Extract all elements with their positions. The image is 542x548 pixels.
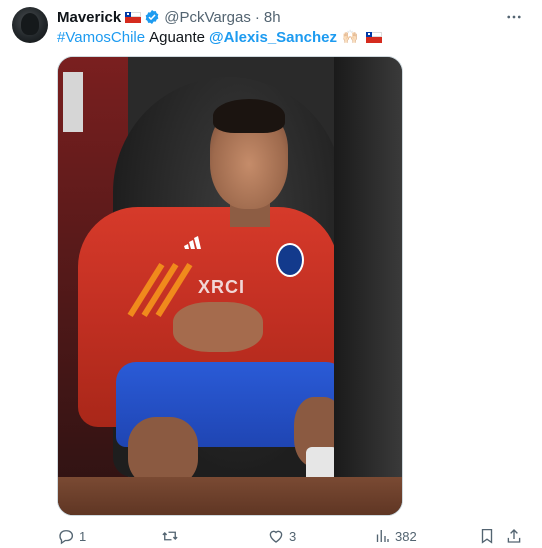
tweet-actions: 1 3 382 — [57, 526, 532, 546]
hashtag-link[interactable]: #VamosChile — [57, 29, 145, 46]
like-count: 3 — [289, 528, 297, 544]
retweet-icon — [162, 531, 178, 541]
verified-badge-icon — [145, 10, 159, 24]
reply-button[interactable]: 1 — [57, 526, 86, 546]
chile-crest-icon — [276, 243, 304, 277]
heart-icon — [269, 530, 283, 543]
views-count: 382 — [395, 528, 417, 544]
retweet-button[interactable] — [161, 526, 183, 546]
avatar-silhouette — [21, 13, 39, 35]
mention-link[interactable]: @Alexis_Sanchez — [209, 29, 337, 46]
separator-dot: · — [254, 8, 260, 26]
tweet-card: Maverick @PckVargas · 8h #VamosChile Agu… — [0, 0, 542, 548]
photo-background-detail — [63, 72, 83, 132]
tweet-text-word: Aguante — [149, 28, 205, 46]
jersey-sponsor-text: XRCI — [198, 277, 246, 297]
tweet-photo[interactable]: XRCI — [57, 56, 403, 516]
share-icon — [507, 529, 521, 543]
reply-icon — [59, 530, 74, 545]
tweet-header: Maverick @PckVargas · 8h — [57, 7, 281, 27]
share-button[interactable] — [505, 526, 523, 546]
chile-flag-emoji-icon — [366, 31, 383, 43]
photo-hands — [173, 302, 263, 352]
chile-flag-icon — [125, 11, 142, 23]
timestamp[interactable]: 8h — [264, 9, 281, 26]
tweet-text: #VamosChile Aguante @Alexis_Sanchez 🙌🏻 — [57, 27, 383, 47]
reply-count: 1 — [79, 528, 87, 544]
photo-dark-panel — [334, 57, 402, 515]
photo-hair — [213, 99, 285, 133]
bookmark-icon — [481, 528, 493, 544]
display-name[interactable]: Maverick — [57, 9, 121, 26]
photo-bench — [58, 477, 402, 515]
avatar[interactable] — [12, 7, 48, 43]
raised-hands-emoji: 🙌🏻 — [342, 29, 359, 44]
adidas-logo-icon — [184, 236, 201, 249]
views-button[interactable]: 382 — [373, 526, 417, 546]
bookmark-button[interactable] — [478, 526, 496, 546]
more-options-icon[interactable] — [504, 7, 524, 27]
like-button[interactable]: 3 — [267, 526, 296, 546]
user-handle[interactable]: @PckVargas — [164, 9, 251, 26]
views-icon — [376, 530, 389, 542]
ellipsis-icon — [507, 15, 521, 19]
